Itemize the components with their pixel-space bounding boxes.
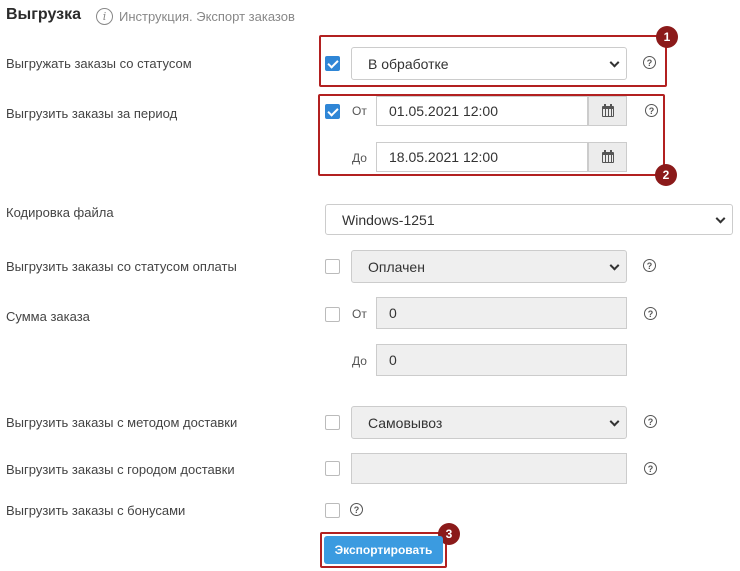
payment-status-checkbox[interactable] bbox=[325, 259, 340, 274]
help-icon-delivery-city[interactable]: ? bbox=[644, 462, 657, 475]
help-link-label: Инструкция. Экспорт заказов bbox=[119, 9, 295, 24]
annotation-badge-1: 1 bbox=[656, 26, 678, 48]
chevron-down-icon bbox=[609, 57, 620, 68]
help-icon-delivery-method[interactable]: ? bbox=[644, 415, 657, 428]
order-sum-from-value: 0 bbox=[389, 305, 397, 321]
order-sum-to-label: До bbox=[352, 354, 367, 368]
status-select[interactable]: В обработке bbox=[351, 47, 627, 80]
period-to-calendar-button[interactable] bbox=[588, 142, 627, 172]
order-sum-checkbox[interactable] bbox=[325, 307, 340, 322]
encoding-select[interactable]: Windows-1251 bbox=[325, 204, 733, 235]
delivery-method-select-value: Самовывоз bbox=[368, 414, 443, 431]
encoding-select-value: Windows-1251 bbox=[342, 211, 435, 228]
encoding-label: Кодировка файла bbox=[6, 205, 114, 220]
delivery-city-label: Выгрузить заказы с городом доставки bbox=[6, 462, 235, 477]
export-button[interactable]: Экспортировать bbox=[324, 536, 443, 564]
period-to-label: До bbox=[352, 151, 367, 165]
payment-status-label: Выгрузить заказы со статусом оплаты bbox=[6, 259, 237, 274]
annotation-badge-2: 2 bbox=[655, 164, 677, 186]
delivery-city-input[interactable] bbox=[351, 453, 627, 484]
chevron-down-icon bbox=[609, 260, 620, 271]
period-from-calendar-button[interactable] bbox=[588, 96, 627, 126]
delivery-city-checkbox[interactable] bbox=[325, 461, 340, 476]
period-checkbox[interactable] bbox=[325, 104, 340, 119]
payment-status-select[interactable]: Оплачен bbox=[351, 250, 627, 283]
bonuses-checkbox[interactable] bbox=[325, 503, 340, 518]
help-icon-period[interactable]: ? bbox=[645, 104, 658, 117]
bonuses-label: Выгрузить заказы с бонусами bbox=[6, 503, 186, 518]
period-label: Выгрузить заказы за период bbox=[6, 106, 178, 121]
chevron-down-icon bbox=[609, 416, 620, 427]
calendar-icon bbox=[601, 149, 614, 163]
delivery-method-checkbox[interactable] bbox=[325, 415, 340, 430]
status-checkbox[interactable] bbox=[325, 56, 340, 71]
help-icon-payment-status[interactable]: ? bbox=[643, 259, 656, 272]
period-to-input[interactable]: 18.05.2021 12:00 bbox=[376, 142, 588, 172]
order-sum-from-input[interactable]: 0 bbox=[376, 297, 627, 329]
period-from-label: От bbox=[352, 104, 367, 118]
status-label: Выгружать заказы со статусом bbox=[6, 56, 192, 71]
status-select-value: В обработке bbox=[368, 55, 449, 72]
help-icon-bonuses[interactable]: ? bbox=[350, 503, 363, 516]
delivery-method-label: Выгрузить заказы с методом доставки bbox=[6, 415, 238, 430]
period-to-value: 18.05.2021 12:00 bbox=[389, 149, 498, 165]
info-icon: i bbox=[96, 8, 113, 25]
order-sum-to-input[interactable]: 0 bbox=[376, 344, 627, 376]
delivery-method-select[interactable]: Самовывоз bbox=[351, 406, 627, 439]
payment-status-select-value: Оплачен bbox=[368, 258, 425, 275]
page-title: Выгрузка bbox=[6, 6, 81, 23]
period-from-input[interactable]: 01.05.2021 12:00 bbox=[376, 96, 588, 126]
order-sum-from-label: От bbox=[352, 307, 367, 321]
help-icon-order-sum[interactable]: ? bbox=[644, 307, 657, 320]
order-sum-to-value: 0 bbox=[389, 352, 397, 368]
period-from-value: 01.05.2021 12:00 bbox=[389, 103, 498, 119]
help-link[interactable]: i Инструкция. Экспорт заказов bbox=[96, 8, 295, 25]
chevron-down-icon bbox=[715, 213, 726, 224]
help-icon-status[interactable]: ? bbox=[643, 56, 656, 69]
calendar-icon bbox=[601, 103, 614, 117]
order-sum-label: Сумма заказа bbox=[6, 309, 90, 324]
